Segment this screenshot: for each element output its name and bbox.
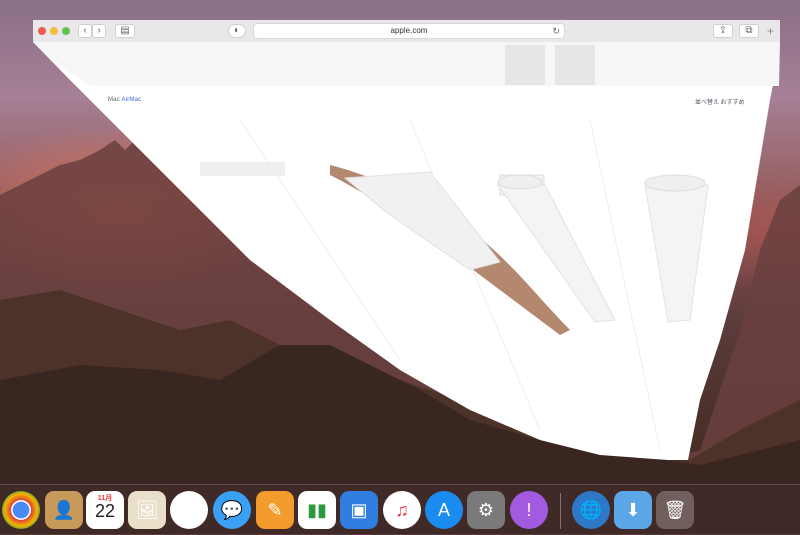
shield-icon: ◐ (233, 25, 241, 36)
chevron-right-icon: › (97, 25, 101, 36)
calendar-day: 22 (94, 501, 116, 521)
tabs-button[interactable]: ⧉ (739, 24, 759, 38)
breadcrumb-mac[interactable]: Mac (108, 97, 120, 103)
sidebar-icon: ▤ (120, 25, 130, 36)
sort-dropdown[interactable]: 並べ替え おすすめ (695, 97, 745, 106)
close-window-button[interactable] (38, 27, 46, 35)
photos-icon[interactable]: ✿ (170, 491, 208, 529)
sidebar-button[interactable]: ▤ (115, 24, 135, 38)
dock: 👤 11月 22 🖼 ✿ 💬 ✎ ▮▮ ▣ ♫ A ⚙ ! 🌐 ⬇ 🗑 (0, 484, 800, 535)
url-text: apple.com (390, 26, 428, 35)
forward-button[interactable]: › (92, 24, 106, 38)
keynote-icon[interactable]: ▣ (340, 491, 378, 529)
back-button[interactable]: ‹ (78, 24, 92, 38)
reload-icon[interactable]: ↻ (552, 24, 560, 38)
share-button[interactable]: ⇪ (713, 24, 733, 38)
app-store-icon[interactable]: A (425, 491, 463, 529)
messages-icon[interactable]: 💬 (213, 491, 251, 529)
browser-window-warp (33, 20, 780, 460)
notification-icon[interactable]: ! (510, 491, 548, 529)
privacy-report-button[interactable]: ◐ (228, 24, 246, 38)
numbers-icon[interactable]: ▮▮ (298, 491, 336, 529)
pages-icon[interactable]: ✎ (256, 491, 294, 529)
share-icon: ⇪ (718, 25, 728, 36)
maximize-window-button[interactable] (62, 27, 70, 35)
site-breadcrumb[interactable]: Mac AirMac (108, 97, 141, 103)
browser-toolbar: ‹ › ▤ ◐ apple.com ↻ ⇪ ⧉ + (33, 20, 780, 42)
safari-icon[interactable]: 🌐 (572, 491, 610, 529)
tabs-icon: ⧉ (745, 25, 753, 36)
calendar-icon[interactable]: 11月 22 (86, 491, 124, 529)
dock-separator (560, 493, 561, 529)
address-bar[interactable]: apple.com ↻ (253, 23, 565, 39)
new-tab-button[interactable]: + (767, 24, 774, 38)
breadcrumb-airmac[interactable]: AirMac (121, 97, 141, 103)
downloads-folder-icon[interactable]: ⬇ (614, 491, 652, 529)
minimize-window-button[interactable] (50, 27, 58, 35)
preview-icon[interactable]: 🖼 (128, 491, 166, 529)
contacts-icon[interactable]: 👤 (45, 491, 83, 529)
itunes-icon[interactable]: ♫ (383, 491, 421, 529)
system-preferences-icon[interactable]: ⚙ (467, 491, 505, 529)
trash-icon[interactable]: 🗑 (656, 491, 694, 529)
chevron-left-icon: ‹ (83, 25, 87, 36)
chrome-icon[interactable] (2, 491, 40, 529)
